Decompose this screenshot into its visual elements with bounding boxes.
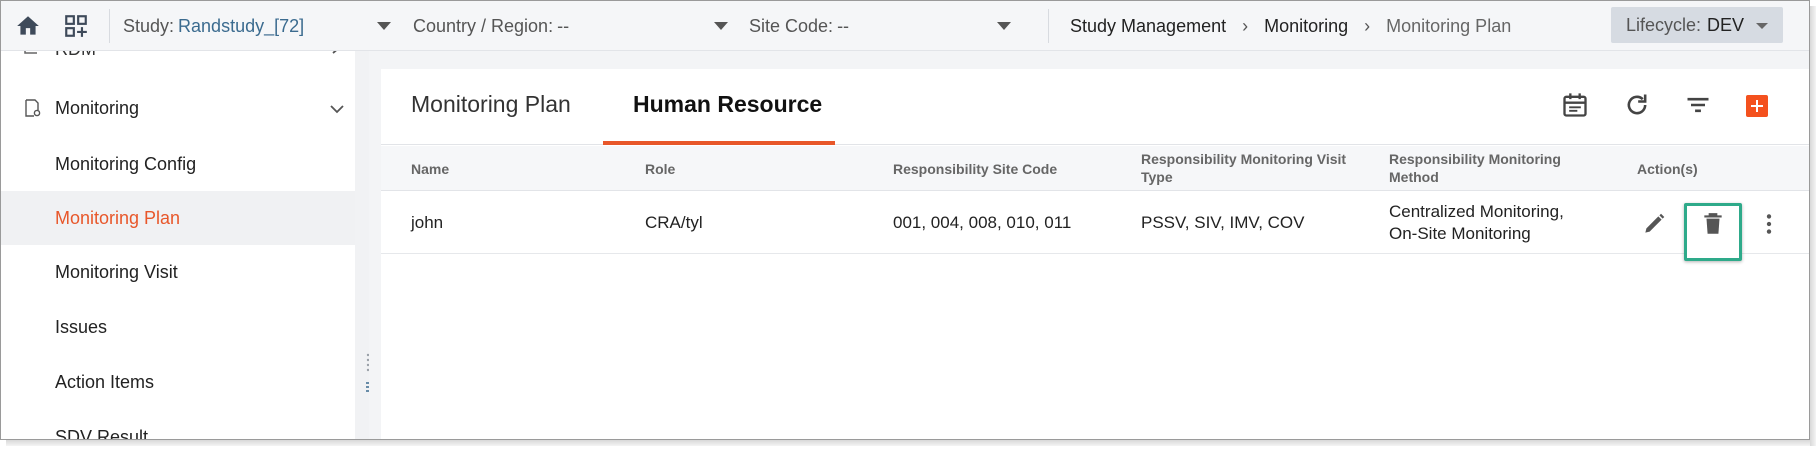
tab-monitoring-plan[interactable]: Monitoring Plan [411,69,571,145]
trash-icon[interactable] [1700,211,1726,237]
active-tab-indicator [603,141,835,145]
column-header-method[interactable]: Responsibility Monitoring Method [1389,150,1561,186]
sidebar-item-sdv-result[interactable]: SDV Result [1,410,355,440]
column-header-visit-type[interactable]: Responsibility Monitoring Visit Type [1141,150,1346,186]
tab-human-resource[interactable]: Human Resource [633,69,822,145]
sidebar-item-label: SDV Result [55,427,149,440]
study-dropdown-icon[interactable] [377,22,391,30]
chevron-right-icon [332,51,337,54]
cell-role: CRA/tyl [645,213,703,232]
filter-icon[interactable] [1684,91,1712,119]
divider [109,9,110,43]
window-shadow [1810,6,1816,446]
country-label: Country / Region: [413,16,554,36]
document-settings-icon [25,99,41,117]
study-selector[interactable]: Study: Randstudy_[72] [123,13,304,39]
column-header-method-line2: Method [1389,169,1439,185]
chevron-right-icon: › [1364,16,1371,36]
site-code-selector[interactable]: Site Code: -- [749,13,849,39]
chevron-down-icon [1756,23,1768,29]
chevron-right-icon: › [1242,16,1249,36]
breadcrumb-monitoring-plan: Monitoring Plan [1386,16,1512,36]
column-header-visit-type-line1: Responsibility Monitoring Visit [1141,151,1347,167]
lifecycle-value: DEV [1707,15,1745,35]
column-header-visit-type-line2: Type [1141,169,1173,185]
cell-method-line2: On-Site Monitoring [1389,224,1531,243]
site-code-dropdown-icon[interactable] [997,22,1011,30]
app-window: Study: Randstudy_[72] Country / Region: --… [0,0,1810,440]
cell-method-line1: Centralized Monitoring, [1389,202,1564,221]
sidebar-item-monitoring-config[interactable]: Monitoring Config [1,137,355,191]
cell-site-code: 001, 004, 008, 010, 011 [893,213,1072,232]
cell-method: Centralized Monitoring, On-Site Monitori… [1389,201,1564,245]
site-code-value: -- [837,16,850,36]
sidebar-item-action-items[interactable]: Action Items [1,355,355,409]
country-value: -- [557,16,570,36]
lifecycle-selector[interactable]: Lifecycle: DEV [1611,7,1783,43]
tab-bar: Monitoring Plan Human Resource [381,69,1809,145]
refresh-icon[interactable] [1623,91,1651,119]
add-icon[interactable] [1746,95,1768,117]
sidebar-item-monitoring-plan[interactable]: Monitoring Plan [1,191,355,245]
sidebar-item-monitoring[interactable]: Monitoring [1,81,355,135]
table-header: Name Role Responsibility Site Code Respo… [381,146,1809,191]
apps-add-icon[interactable] [63,13,89,39]
chevron-down-icon[interactable] [329,101,345,117]
sidebar-item-label: Issues [55,317,108,337]
window-shadow [6,440,1816,446]
breadcrumb-study-management[interactable]: Study Management [1070,16,1226,36]
sidebar-item-issues[interactable]: Issues [1,300,355,354]
more-vert-icon[interactable] [1756,211,1782,237]
cell-visit-type: PSSV, SIV, IMV, COV [1141,213,1305,232]
country-dropdown-icon[interactable] [714,22,728,30]
column-header-site-code[interactable]: Responsibility Site Code [893,160,1057,178]
column-header-method-line1: Responsibility Monitoring [1389,151,1561,167]
table-row: john CRA/tyl 001, 004, 008, 010, 011 PSS… [381,192,1809,261]
study-value: Randstudy_[72] [178,16,305,36]
column-header-actions: Action(s) [1637,161,1698,177]
site-code-label: Site Code: [749,16,834,36]
content-panel: Monitoring Plan Human Resource Name Role… [381,69,1809,439]
sidebar-item-label: Monitoring Visit [55,262,178,282]
breadcrumb-monitoring[interactable]: Monitoring [1264,16,1348,36]
divider [1048,9,1049,43]
sidebar-item-rdm[interactable]: RDM [55,51,96,60]
sidebar-item-label: Monitoring Plan [55,208,181,228]
column-header-role[interactable]: Role [645,160,675,178]
study-label: Study: [123,16,175,36]
sidebar-item-label: Action Items [55,372,155,392]
sidebar-item-monitoring-visit[interactable]: Monitoring Visit [1,245,355,299]
home-icon[interactable] [15,13,41,39]
lifecycle-label: Lifecycle: [1626,15,1702,35]
sidebar-item-label: Monitoring Config [55,154,197,174]
top-bar: Study: Randstudy_[72] Country / Region: --… [1,1,1809,51]
rdm-icon [24,51,37,54]
country-selector[interactable]: Country / Region: -- [413,13,569,39]
cell-name: john [411,213,444,232]
main-content: Monitoring Plan Human Resource Name Role… [369,51,1809,439]
breadcrumb: Study Management › Monitoring › Monitoring P… [1070,13,1511,39]
sidebar-item-label: Monitoring [55,98,140,118]
column-header-name[interactable]: Name [411,160,449,178]
calendar-icon[interactable] [1561,91,1589,119]
sidebar: RDM Monitoring Monitoring Config Monitor… [1,51,369,440]
pencil-icon[interactable] [1641,211,1667,237]
